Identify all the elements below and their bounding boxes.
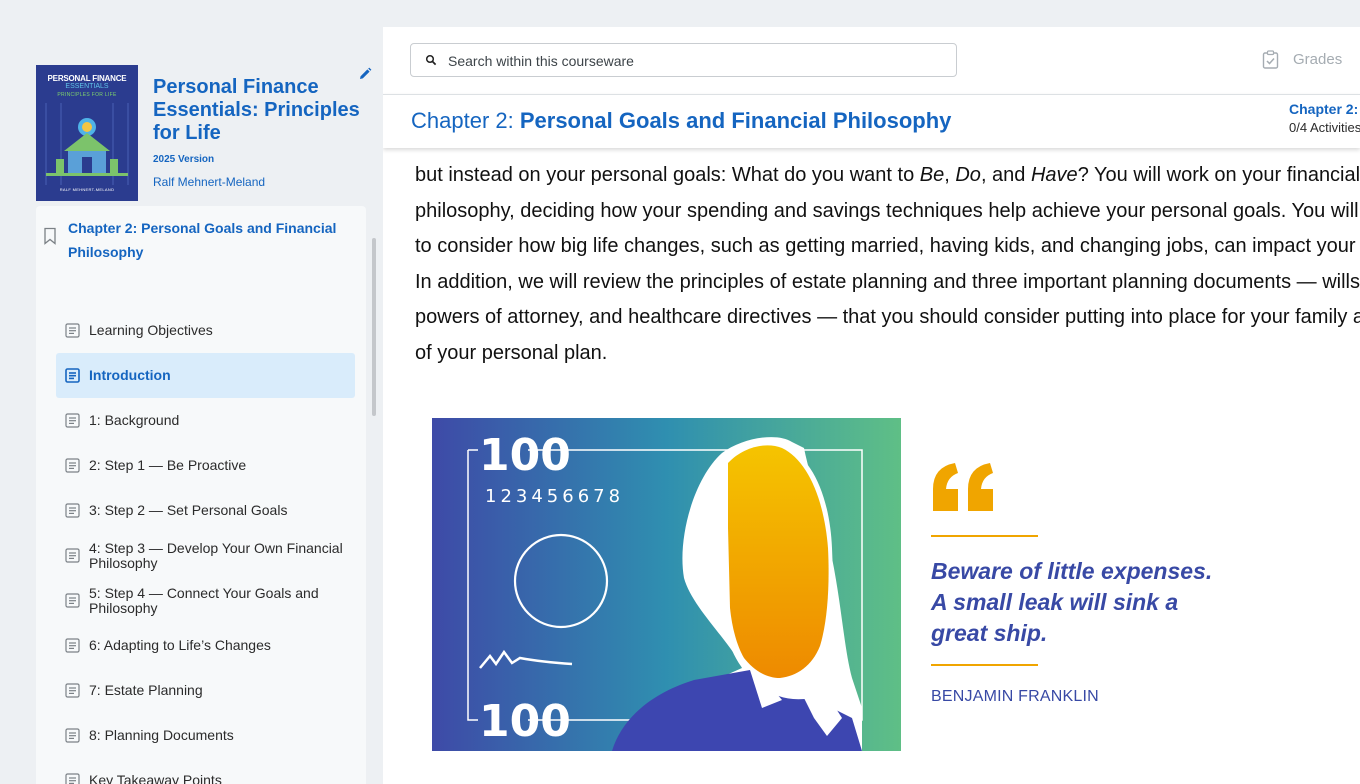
toc-item[interactable]: 2: Step 1 — Be Proactive (56, 443, 355, 488)
document-icon (65, 503, 80, 518)
banknote-value-top: 100 (479, 430, 571, 481)
toc-item[interactable]: 4: Step 3 — Develop Your Own Financial P… (56, 533, 355, 578)
document-icon (65, 458, 80, 473)
text-run: Have (1030, 164, 1078, 186)
quote-mark-icon (933, 463, 993, 511)
toc-item-label: 5: Step 4 — Connect Your Goals and Philo… (89, 584, 319, 616)
document-icon (65, 323, 80, 338)
chapter-header-bar: Chapter 2: Personal Goals and Financial … (383, 94, 1360, 148)
chapter-progress-label: Chapter 2: (1289, 101, 1359, 117)
toc-item-label: Key Takeaway Points (89, 772, 222, 784)
text-run: but instead on your personal goals: What… (415, 164, 920, 186)
cover-tagline: PRINCIPLES FOR LIFE (57, 92, 117, 98)
toc-item-label: 7: Estate Planning (89, 682, 203, 698)
toc-item-label: 2: Step 1 — Be Proactive (89, 457, 247, 473)
document-icon (65, 773, 80, 784)
text-run: In addition, we will review the principl… (415, 270, 1360, 293)
introduction-text: but instead on your personal goals: What… (415, 158, 1360, 371)
document-icon (65, 683, 80, 698)
clipboard-check-icon (1262, 50, 1279, 69)
banknote-serial: 123456678 (485, 486, 624, 507)
search-icon (425, 54, 437, 66)
book-version: 2025 Version (153, 154, 215, 165)
cover-title: PERSONAL FINANCE (47, 74, 127, 83)
paragraph-line: but instead on your personal goals: What… (415, 158, 1360, 194)
toc-item-label: 1: Background (89, 412, 180, 428)
quote-divider-top (931, 535, 1038, 537)
chapter-heading-title: Personal Goals and Financial Philosophy (519, 108, 952, 133)
banknote-value-bottom: 100 (479, 696, 571, 747)
search-placeholder: Search within this courseware (448, 53, 634, 69)
quote-author: BENJAMIN FRANKLIN (931, 688, 1099, 705)
paragraph-line: philosophy, deciding how your spending a… (415, 194, 1360, 230)
chapter-heading: Chapter 2: Personal Goals and Financial … (411, 108, 951, 134)
text-run: to consider how big life changes, such a… (415, 235, 1360, 257)
toc-list: Learning Objectives Introduction 1: Backgr… (56, 308, 355, 784)
toc-item[interactable]: 6: Adapting to Life’s Changes (56, 623, 355, 668)
chapter-progress[interactable]: Chapter 2: 0/4 Activities (1289, 101, 1360, 135)
document-icon (65, 593, 80, 608)
text-run: ? You will work on your financial (1077, 164, 1360, 186)
text-run: Do (955, 164, 981, 186)
text-run: , and (980, 164, 1031, 186)
toc-item[interactable]: 8: Planning Documents (56, 713, 355, 758)
toc-item-label: Introduction (89, 367, 171, 383)
pencil-icon[interactable] (358, 67, 372, 81)
cover-author: RALF MEHNERT-MELAND (59, 187, 115, 192)
toc-item-label: 3: Step 2 — Set Personal Goals (89, 502, 288, 518)
document-icon (65, 368, 80, 383)
toc-item[interactable]: Introduction (56, 353, 355, 398)
paragraph-line: of your personal plan. (415, 336, 1360, 372)
bookmark-icon[interactable] (43, 227, 57, 245)
toc-item[interactable]: Learning Objectives (56, 308, 355, 353)
sidebar: PERSONAL FINANCE ESSENTIALS PRINCIPLES F… (0, 27, 383, 784)
quote-divider-bottom (931, 664, 1038, 666)
document-icon (65, 638, 80, 653)
cover-illustration (45, 103, 129, 185)
book-author[interactable]: Ralf Mehnert-Meland (153, 175, 265, 189)
toc-item[interactable]: 3: Step 2 — Set Personal Goals (56, 488, 355, 533)
toc-item-label: Learning Objectives (89, 322, 213, 338)
text-run: powers of attorney, and healthcare direc… (415, 306, 1360, 328)
toc-item[interactable]: 5: Step 4 — Connect Your Goals and Philo… (56, 578, 355, 623)
toc-item[interactable]: 7: Estate Planning (56, 668, 355, 713)
book-title[interactable]: Personal Finance Essentials: Principles … (153, 76, 363, 145)
grades-button[interactable]: Grades (1262, 50, 1342, 69)
chapter-heading-prefix: Chapter 2: (411, 108, 520, 133)
paragraph-line: In addition, we will review the principl… (415, 265, 1360, 301)
quote-text: Beware of little expenses. A small leak … (931, 558, 1213, 646)
document-icon (65, 548, 80, 563)
paragraph-line: to consider how big life changes, such a… (415, 229, 1360, 265)
toc-item[interactable]: 1: Background (56, 398, 355, 443)
table-of-contents: Chapter 2: Personal Goals and Financial … (36, 206, 376, 784)
toc-item-label: 8: Planning Documents (89, 727, 234, 743)
text-run: of your personal plan. (415, 341, 608, 364)
main-content: Search within this courseware Grades Cha… (383, 27, 1360, 784)
cover-subtitle: ESSENTIALS (65, 83, 109, 90)
toc-chapter-title[interactable]: Chapter 2: Personal Goals and Financial … (68, 216, 348, 264)
text-run: , (944, 164, 956, 186)
banknote-illustration: 100 123456678 100 (432, 418, 901, 751)
toc-item-label: 4: Step 3 — Develop Your Own Financial P… (89, 539, 343, 571)
text-run: philosophy, deciding how your spending a… (415, 199, 1360, 222)
toc-scrollbar[interactable] (372, 238, 376, 416)
grades-label: Grades (1293, 51, 1343, 68)
book-cover-image[interactable]: PERSONAL FINANCE ESSENTIALS PRINCIPLES F… (36, 65, 138, 201)
document-icon (65, 413, 80, 428)
toc-item-label: 6: Adapting to Life’s Changes (89, 637, 271, 653)
text-run: Be (919, 164, 945, 186)
toc-item[interactable]: Key Takeaway Points (56, 758, 355, 784)
document-icon (65, 728, 80, 743)
search-input[interactable]: Search within this courseware (410, 43, 957, 77)
paragraph-line: powers of attorney, and healthcare direc… (415, 300, 1360, 336)
chapter-progress-count: 0/4 Activities (1289, 120, 1360, 135)
